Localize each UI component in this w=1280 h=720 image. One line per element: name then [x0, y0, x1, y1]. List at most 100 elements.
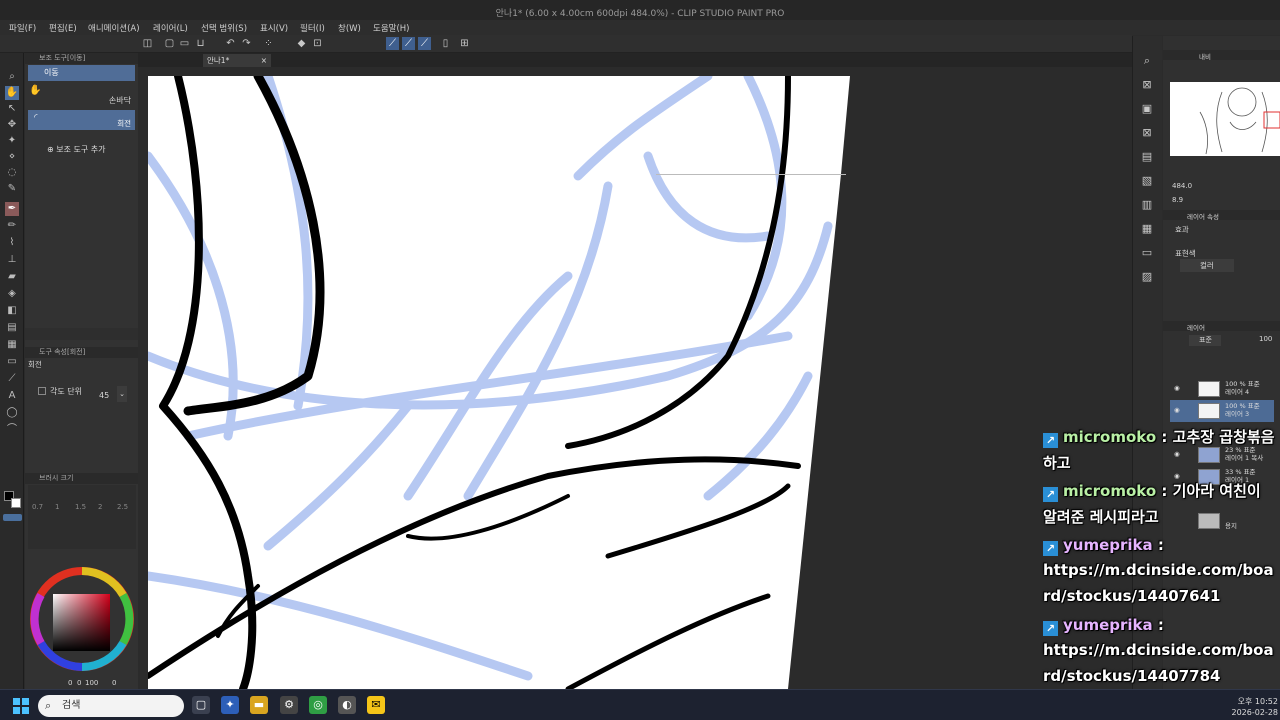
item-bank-icon[interactable]: ▦ [1139, 222, 1155, 236]
material-icon[interactable]: ⊠ [1139, 78, 1155, 92]
zoom-tool-icon[interactable]: ⌕ [5, 70, 19, 84]
undo-icon[interactable]: ↶ [224, 37, 237, 50]
menu-help[interactable]: 도움말(H) [373, 22, 409, 34]
drawing-canvas[interactable] [148, 76, 850, 689]
settings-icon[interactable]: ⚙ [280, 696, 298, 714]
gradient-icon[interactable]: ▤ [5, 321, 19, 335]
document-tab[interactable]: 안나1* × [203, 54, 271, 67]
blend-mode-select[interactable]: 표준 [1189, 335, 1221, 346]
figure-icon[interactable]: ▦ [5, 338, 19, 352]
text-tool-icon[interactable]: A [5, 389, 19, 403]
menu-view[interactable]: 표시(V) [260, 22, 288, 34]
selection-icon[interactable]: ✦ [5, 134, 19, 148]
snap-special-icon[interactable]: ⟋ [402, 37, 415, 50]
layer-name: 레이어 3 [1225, 410, 1250, 418]
layer-row[interactable]: ◉ 100 % 표준 레이어 4 [1170, 378, 1274, 400]
correct-line-icon[interactable]: ⌒ [5, 423, 19, 437]
subtool-hand[interactable]: 손바닥 [95, 95, 131, 106]
chat-link[interactable]: https://m.dcinside.com/board/stockus/144… [1043, 637, 1280, 689]
new-file-icon[interactable]: ▢ [163, 37, 176, 50]
windows-start-icon[interactable] [13, 698, 29, 714]
move-layer-icon[interactable]: ✥ [5, 118, 19, 132]
transform-icon[interactable]: ⊡ [311, 37, 324, 50]
transparent-color-icon[interactable] [3, 514, 22, 521]
open-icon[interactable]: ▭ [178, 37, 191, 50]
redo-icon[interactable]: ↷ [240, 37, 253, 50]
task-view-icon[interactable]: ▢ [192, 696, 210, 714]
eraser-icon[interactable]: ▰ [5, 270, 19, 284]
navigator-preview[interactable] [1170, 82, 1280, 156]
subtool-header: 보조 도구[이동] [25, 53, 138, 64]
close-tab-icon[interactable]: × [261, 54, 267, 67]
animation-cel-icon[interactable]: ▨ [1139, 270, 1155, 284]
history-icon[interactable]: ▤ [1139, 150, 1155, 164]
taskbar-search[interactable]: ⌕ 검색 [38, 695, 184, 717]
angle-unit-value[interactable]: 45 [99, 391, 109, 400]
menu-file[interactable]: 파일(F) [9, 22, 36, 34]
zoom-value[interactable]: 484.0 [1172, 182, 1192, 190]
hand-tool-icon[interactable]: ✋ [5, 86, 19, 100]
snap-ruler-icon[interactable]: ⟋ [386, 37, 399, 50]
file-explorer-icon[interactable]: ▬ [250, 696, 268, 714]
brush-size-3[interactable]: 2 [98, 503, 102, 511]
subtool-rotate-row[interactable]: ◜ 회전 [28, 110, 135, 130]
timeline-icon[interactable]: ▭ [1139, 246, 1155, 260]
chat-badge-icon: ↗ [1043, 487, 1058, 502]
menu-animation[interactable]: 애니메이션(A) [88, 22, 140, 34]
copilot-icon[interactable]: ✦ [221, 696, 239, 714]
menu-filter[interactable]: 필터(I) [300, 22, 325, 34]
sub-color-swatch[interactable] [11, 498, 21, 508]
menu-layer[interactable]: 레이어(L) [153, 22, 188, 34]
layer-row[interactable]: ◉ 100 % 표준 레이어 3 [1170, 400, 1274, 422]
brush-size-1[interactable]: 1 [55, 503, 59, 511]
layer-search-icon[interactable]: ▧ [1139, 174, 1155, 188]
menu-edit[interactable]: 편집(E) [49, 22, 77, 34]
save-icon[interactable]: ⊔ [194, 37, 207, 50]
lasso-icon[interactable]: ◌ [5, 166, 19, 180]
frame-border-icon[interactable]: ▭ [5, 355, 19, 369]
blend-icon[interactable]: ◈ [5, 287, 19, 301]
snap-grid-icon[interactable]: ⟋ [418, 37, 431, 50]
brush-size-4[interactable]: 2.5 [117, 503, 128, 511]
ruler-icon[interactable]: ⟋ [5, 372, 19, 386]
select-all-icon[interactable]: ⁘ [262, 37, 275, 50]
pen-icon[interactable]: ✒ [5, 202, 19, 216]
auto-select-icon[interactable]: ⋄ [5, 150, 19, 164]
menu-selection[interactable]: 선택 범위(S) [201, 22, 247, 34]
add-subtool-button[interactable]: ⊕ 보조 도구 추가 [47, 144, 106, 155]
expression-color-select[interactable]: 컬러 [1180, 259, 1234, 272]
eye-icon[interactable]: ◉ [1174, 384, 1180, 392]
pencil-icon[interactable]: ✏ [5, 219, 19, 233]
app-icon[interactable]: ◐ [338, 696, 356, 714]
subtool-group-move[interactable]: 이동 [28, 65, 135, 81]
brush-size-0[interactable]: 0.7 [32, 503, 43, 511]
fill-icon[interactable]: ◆ [295, 37, 308, 50]
balloon-icon[interactable]: ◯ [5, 406, 19, 420]
eyedropper-icon[interactable]: ✎ [5, 182, 19, 196]
brush-icon[interactable]: ⌇ [5, 236, 19, 250]
home-icon[interactable]: ◫ [141, 37, 154, 50]
angle-spinner[interactable]: ⌄ [117, 386, 127, 402]
taskbar-clock[interactable]: 오후 10:52 2026-02-28 [1218, 696, 1279, 718]
chat-link[interactable]: https://m.dcinside.com/board/stockus/144… [1043, 557, 1280, 609]
frame-icon[interactable]: ⊞ [458, 37, 471, 50]
close-palette-icon[interactable]: ⊠ [1139, 126, 1155, 140]
auto-action-icon[interactable]: ▥ [1139, 198, 1155, 212]
color-wheel[interactable] [25, 556, 138, 689]
fill-tool-icon[interactable]: ◧ [5, 304, 19, 318]
airbrush-icon[interactable]: ⊥ [5, 253, 19, 267]
navigator-tab[interactable]: 내비 [1199, 51, 1211, 61]
menu-window[interactable]: 창(W) [338, 22, 361, 34]
sub-view-icon[interactable]: ▣ [1139, 102, 1155, 116]
operation-tool-icon[interactable]: ↖ [5, 102, 19, 116]
layer-opacity[interactable]: 100 [1259, 335, 1272, 343]
brush-size-2[interactable]: 1.5 [75, 503, 86, 511]
device-icon[interactable]: ▯ [439, 37, 452, 50]
kakaotalk-icon[interactable]: ✉ [367, 696, 385, 714]
angle-value[interactable]: 8.9 [1172, 196, 1183, 204]
eye-icon[interactable]: ◉ [1174, 406, 1180, 414]
navigator-header: 내비 [1163, 50, 1280, 61]
chrome-icon[interactable]: ◎ [309, 696, 327, 714]
angle-unit-checkbox[interactable] [38, 387, 46, 395]
search-icon[interactable]: ⌕ [1139, 54, 1155, 68]
